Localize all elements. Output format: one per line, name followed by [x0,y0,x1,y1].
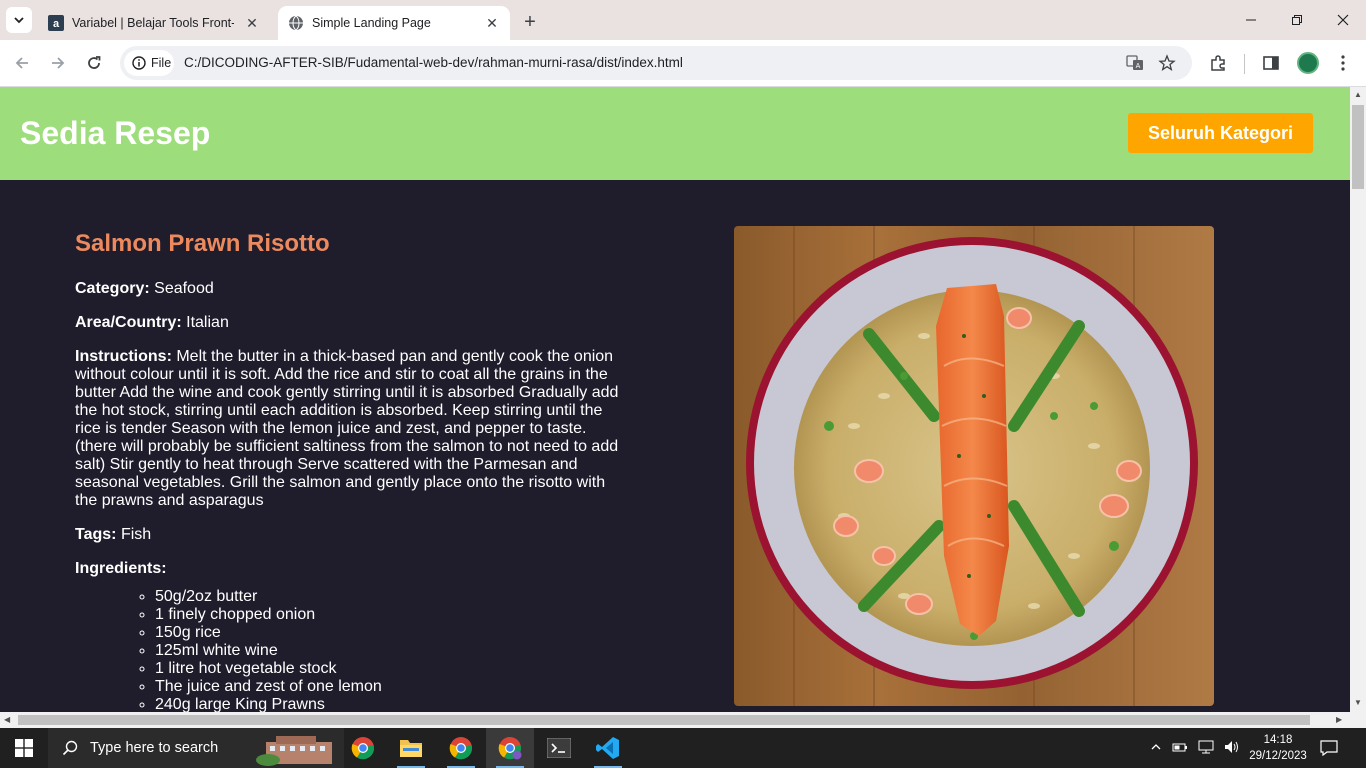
forward-arrow-icon[interactable] [44,49,72,77]
svg-text:a: a [53,18,60,30]
windows-taskbar: Type here to search 14:18 29/12/2023 [0,728,1366,768]
site-header: Sedia Resep Seluruh Kategori [0,87,1350,180]
area-value: Italian [186,314,229,331]
all-categories-button[interactable]: Seluruh Kategori [1128,113,1313,153]
scroll-left-icon[interactable]: ◀ [4,715,10,724]
list-item: 240g large King Prawns [155,696,620,712]
profile-avatar[interactable] [1297,52,1319,74]
site-info-chip[interactable]: File [124,50,174,76]
more-menu-icon[interactable] [1330,50,1356,76]
battery-icon[interactable] [1172,741,1188,756]
browser-toolbar: File C:/DICODING-AFTER-SIB/Fudamental-we… [0,40,1366,87]
ingredients-list: 50g/2oz butter 1 finely chopped onion 15… [75,588,620,712]
recipe-area: Area/Country: Italian [75,314,620,332]
close-icon[interactable]: ✕ [242,13,262,33]
site-chip-label: File [151,56,172,70]
horizontal-scroll-thumb[interactable] [18,715,1310,725]
vscode-taskbar-icon[interactable] [584,728,632,768]
ingredients-label: Ingredients: [75,560,167,577]
scroll-right-icon[interactable]: ▶ [1336,715,1342,724]
globe-icon [288,15,304,31]
list-item: 50g/2oz butter [155,588,620,606]
instructions-label: Instructions: [75,348,172,365]
taskbar-search[interactable]: Type here to search [48,728,344,768]
extensions-puzzle-icon[interactable] [1205,50,1231,76]
svg-text:A: A [1136,63,1141,70]
search-highlight-building-icon [256,736,332,766]
chrome-profile-taskbar-icon[interactable] [437,728,485,768]
vertical-scroll-thumb[interactable] [1352,105,1364,189]
horizontal-scrollbar[interactable]: ◀ ▶ [0,712,1366,728]
restore-icon[interactable] [1274,0,1320,40]
file-explorer-taskbar-icon[interactable] [387,728,435,768]
tab-search-button[interactable] [6,7,32,33]
network-icon[interactable] [1198,740,1214,757]
chrome-taskbar-icon[interactable] [339,728,387,768]
bookmark-star-icon[interactable] [1156,52,1178,74]
tab-title: Simple Landing Page [312,16,431,30]
terminal-taskbar-icon[interactable] [535,728,583,768]
scroll-down-icon[interactable]: ▼ [1354,698,1362,707]
new-tab-plus-icon[interactable]: + [518,10,542,34]
scroll-up-icon[interactable]: ▲ [1354,90,1362,99]
recipe-category: Category: Seafood [75,280,620,298]
clock-time: 14:18 [1263,734,1293,746]
list-item: 125ml white wine [155,642,620,660]
list-item: The juice and zest of one lemon [155,678,620,696]
info-icon [132,56,146,70]
tab-title: Variabel | Belajar Tools Front-End [72,16,234,30]
search-icon [62,740,78,756]
search-placeholder: Type here to search [90,740,219,756]
windows-logo-icon [15,739,33,757]
tags-label: Tags: [75,526,117,543]
area-label: Area/Country: [75,314,182,331]
tab-simple-landing-page[interactable]: Simple Landing Page ✕ [278,6,510,40]
back-arrow-icon[interactable] [8,49,36,77]
list-item: 1 finely chopped onion [155,606,620,624]
start-button[interactable] [0,728,48,768]
system-tray [1150,728,1240,768]
category-value: Seafood [154,280,214,297]
vertical-scrollbar[interactable]: ▲ ▼ [1350,87,1366,712]
chrome-active-taskbar-icon[interactable] [486,728,534,768]
recipe-details: Salmon Prawn Risotto Category: Seafood A… [75,230,620,712]
chevron-down-icon [14,17,24,24]
recipe-tags: Tags: Fish [75,526,620,544]
recipe-ingredients-heading: Ingredients: [75,560,620,578]
translate-icon[interactable]: A [1124,52,1146,74]
clock-date: 29/12/2023 [1249,750,1307,762]
tags-value: Fish [120,526,152,543]
instructions-text: Melt the butter in a thick-based pan and… [75,348,619,509]
tab-variabel[interactable]: a Variabel | Belajar Tools Front-End ✕ [38,6,270,40]
dicoding-favicon-icon: a [48,15,64,31]
side-panel-icon[interactable] [1258,50,1284,76]
chevron-up-icon[interactable] [1150,741,1162,756]
close-icon[interactable]: ✕ [482,13,502,33]
system-clock[interactable]: 14:18 29/12/2023 [1248,732,1308,764]
browser-tab-bar: a Variabel | Belajar Tools Front-End ✕ S… [0,0,1366,40]
notifications-icon[interactable] [1320,728,1338,768]
close-window-icon[interactable] [1320,0,1366,40]
url-text[interactable]: C:/DICODING-AFTER-SIB/Fudamental-web-dev… [184,55,683,70]
recipe-title: Salmon Prawn Risotto [75,230,330,257]
minimize-icon[interactable] [1228,0,1274,40]
volume-icon[interactable] [1224,740,1240,757]
toolbar-divider [1244,54,1245,74]
address-bar[interactable]: File C:/DICODING-AFTER-SIB/Fudamental-we… [120,46,1192,80]
category-label: Category: [75,280,150,297]
recipe-instructions: Instructions: Melt the butter in a thick… [75,348,620,510]
brand-title[interactable]: Sedia Resep [20,115,210,152]
reload-icon[interactable] [80,49,108,77]
list-item: 150g rice [155,624,620,642]
recipe-photo [734,226,1214,706]
page-viewport: Sedia Resep Seluruh Kategori Salmon Praw… [0,87,1350,712]
list-item: 1 litre hot vegetable stock [155,660,620,678]
